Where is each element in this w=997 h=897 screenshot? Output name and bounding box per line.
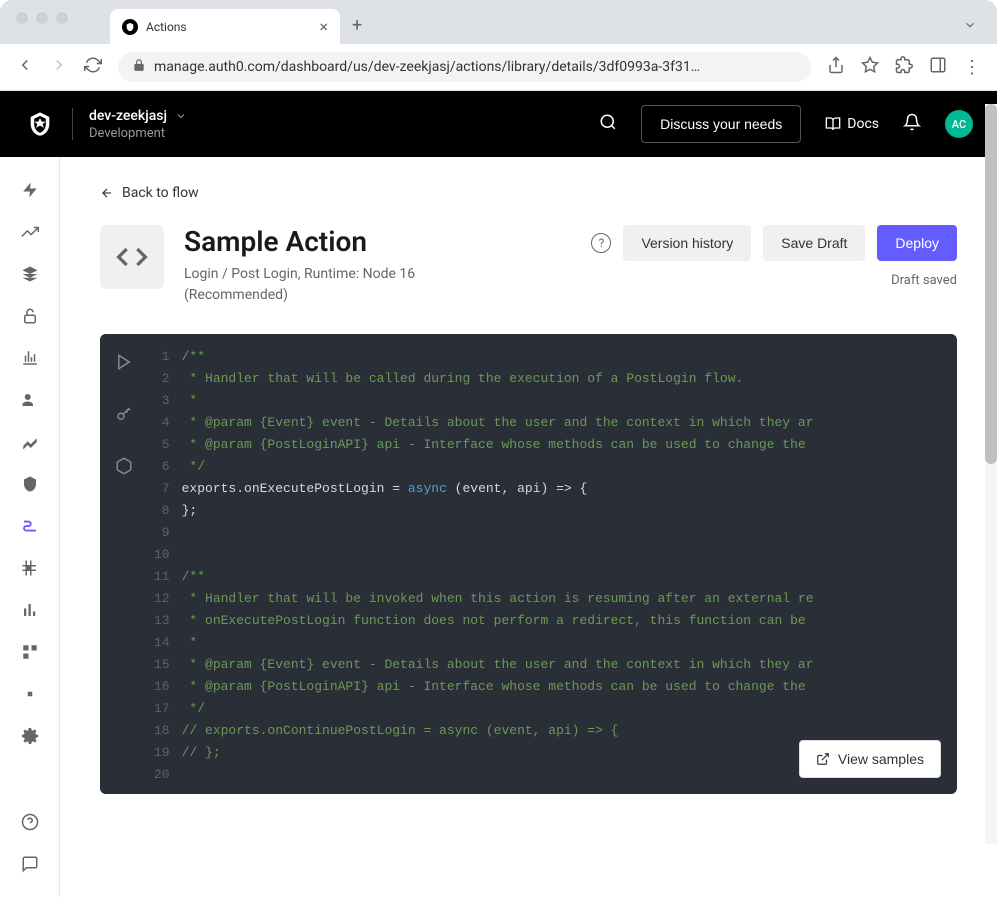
reload-icon[interactable]	[84, 56, 102, 78]
browser-tab-bar: Actions × +	[0, 0, 997, 44]
page-header: Sample Action Login / Post Login, Runtim…	[100, 225, 957, 306]
auth0-favicon-icon	[122, 19, 138, 35]
browser-toolbar: manage.auth0.com/dashboard/us/dev-zeekja…	[0, 44, 997, 91]
panel-icon[interactable]	[929, 56, 947, 78]
scrollbar-thumb[interactable]	[985, 104, 997, 464]
tab-title: Actions	[146, 20, 187, 34]
browser-tab-active[interactable]: Actions ×	[110, 9, 340, 44]
extensions-icon[interactable]	[895, 56, 913, 78]
window-controls	[0, 0, 84, 36]
main-layout: Back to flow Sample Action Login / Post …	[0, 157, 997, 897]
sidebar-user-management[interactable]	[0, 379, 60, 421]
chevron-down-icon	[175, 110, 187, 122]
sidebar-getting-started[interactable]	[0, 169, 60, 211]
help-icon[interactable]: ?	[591, 233, 611, 253]
sidebar-settings[interactable]	[0, 715, 60, 757]
sidebar-authentication[interactable]	[0, 295, 60, 337]
draft-status: Draft saved	[891, 273, 957, 288]
version-history-button[interactable]: Version history	[623, 225, 751, 261]
book-icon	[825, 116, 841, 132]
minimize-window-button[interactable]	[36, 12, 48, 24]
divider	[72, 108, 73, 140]
sidebar-extensions[interactable]	[0, 673, 60, 715]
url-text: manage.auth0.com/dashboard/us/dev-zeekja…	[154, 59, 700, 75]
search-icon[interactable]	[599, 113, 617, 135]
main-content: Back to flow Sample Action Login / Post …	[60, 157, 997, 897]
sidebar-actions[interactable]	[0, 505, 60, 547]
sidebar-activity[interactable]	[0, 211, 60, 253]
url-field[interactable]: manage.auth0.com/dashboard/us/dev-zeekja…	[118, 52, 811, 82]
save-draft-button[interactable]: Save Draft	[763, 225, 865, 261]
sidebar-nav	[0, 157, 60, 897]
tenant-name: dev-zeekjasj	[89, 108, 167, 124]
arrow-left-icon	[100, 186, 114, 200]
code-icon	[100, 225, 164, 289]
line-numbers: 1234567891011121314151617181920	[148, 334, 182, 794]
editor-toolbar	[100, 334, 148, 794]
view-samples-button[interactable]: View samples	[799, 740, 941, 778]
external-link-icon	[816, 752, 830, 766]
notifications-icon[interactable]	[903, 113, 921, 135]
sidebar-organizations[interactable]	[0, 337, 60, 379]
app-header: dev-zeekjasj Development Discuss your ne…	[0, 91, 997, 157]
sidebar-applications[interactable]	[0, 253, 60, 295]
avatar[interactable]: AC	[945, 110, 973, 138]
page-scrollbar[interactable]	[985, 104, 997, 844]
code-editor[interactable]: 1234567891011121314151617181920 /** * Ha…	[100, 334, 957, 794]
tabs-dropdown-icon[interactable]	[943, 9, 997, 44]
maximize-window-button[interactable]	[56, 12, 68, 24]
new-tab-button[interactable]: +	[340, 7, 374, 44]
dependencies-icon[interactable]	[100, 450, 148, 482]
lock-icon	[132, 58, 146, 76]
docs-link[interactable]: Docs	[825, 116, 879, 132]
close-tab-icon[interactable]: ×	[319, 17, 328, 36]
page-subtitle: Login / Post Login, Runtime: Node 16 (Re…	[184, 264, 464, 306]
deploy-button[interactable]: Deploy	[877, 225, 957, 261]
sidebar-auth-pipeline[interactable]	[0, 547, 60, 589]
run-icon[interactable]	[100, 346, 148, 378]
tenant-environment: Development	[89, 126, 187, 141]
sidebar-help[interactable]	[0, 801, 60, 843]
browser-window: Actions × + manage.auth0.com/dashboard/u…	[0, 0, 997, 91]
share-icon[interactable]	[827, 56, 845, 78]
forward-icon[interactable]	[50, 56, 68, 78]
code-content[interactable]: /** * Handler that will be called during…	[182, 334, 957, 794]
sidebar-marketplace[interactable]	[0, 631, 60, 673]
page-title: Sample Action	[184, 225, 571, 258]
bookmark-icon[interactable]	[861, 56, 879, 78]
auth0-logo-icon[interactable]	[24, 108, 56, 140]
close-window-button[interactable]	[16, 12, 28, 24]
sidebar-branding[interactable]	[0, 421, 60, 463]
secrets-icon[interactable]	[100, 398, 148, 430]
browser-menu-icon[interactable]: ⋮	[963, 57, 981, 78]
back-to-flow-link[interactable]: Back to flow	[100, 185, 957, 201]
tenant-switcher[interactable]: dev-zeekjasj Development	[89, 108, 187, 141]
sidebar-feedback[interactable]	[0, 843, 60, 885]
discuss-button[interactable]: Discuss your needs	[641, 105, 801, 143]
back-icon[interactable]	[16, 56, 34, 78]
sidebar-security[interactable]	[0, 463, 60, 505]
sidebar-monitoring[interactable]	[0, 589, 60, 631]
